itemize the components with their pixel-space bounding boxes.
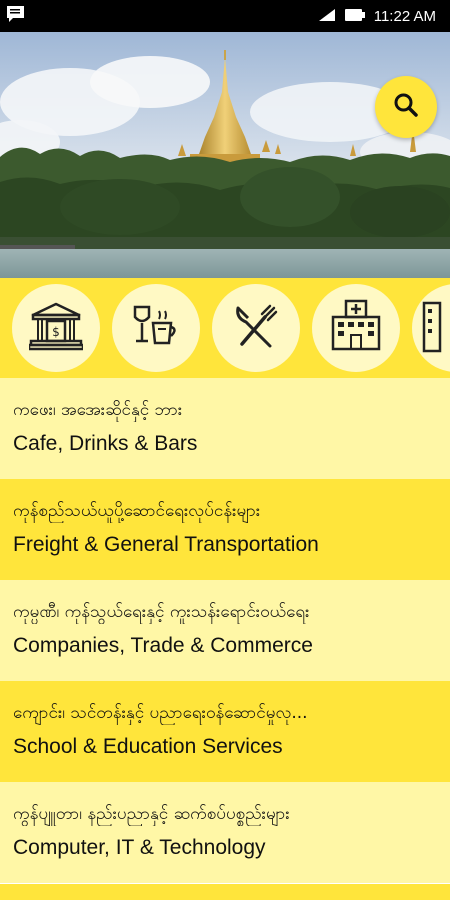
list-item-title-en: Companies, Trade & Commerce: [13, 634, 313, 657]
list-item-freight[interactable]: ကုန်စည်သယ်ယူပို့ဆောင်ရေးလုပ်ငန်းများ Fre…: [0, 479, 450, 580]
list-item-title-en: School & Education Services: [13, 735, 283, 758]
list-item-title-en: Freight & General Transportation: [13, 533, 319, 556]
category-food-button[interactable]: [212, 284, 300, 372]
search-button[interactable]: [375, 76, 437, 138]
hospital-icon: [330, 299, 382, 357]
category-strip[interactable]: $: [0, 278, 450, 378]
category-building-button[interactable]: [412, 284, 450, 372]
list-item-computer[interactable]: ကွန်ပျူတာ၊ နည်းပညာနှင့် ဆက်စပ်ပစ္စည်းမျာ…: [0, 782, 450, 883]
list-item-cafe[interactable]: ကဖေး၊ အအေးဆိုင်နှင့် ဘား Cafe, Drinks & …: [0, 378, 450, 479]
signal-icon: [318, 7, 336, 26]
list-item-title-mm: ကုမ္ပဏီ၊ ကုန်သွယ်ရေးနှင့် ကူးသန်းရောင်းဝ…: [13, 602, 310, 622]
list-item-school[interactable]: ကျောင်း၊ သင်တန်းနှင့် ပညာရေးဝန်ဆောင်မှုလ…: [0, 681, 450, 782]
status-bar: 11:22 AM: [0, 0, 450, 32]
list-item-title-mm: ကဖေး၊ အအေးဆိုင်နှင့် ဘား: [13, 400, 183, 420]
list-item-title-en: Computer, IT & Technology: [13, 836, 266, 859]
search-icon: [393, 92, 419, 122]
chat-notification-icon: [6, 5, 26, 27]
battery-icon: [344, 7, 366, 26]
list-item-title-en: Cafe, Drinks & Bars: [13, 432, 198, 455]
category-drinks-button[interactable]: [112, 284, 200, 372]
building-icon: [420, 299, 442, 357]
list-item-title-mm: ကျောင်း၊ သင်တန်းနှင့် ပညာရေးဝန်ဆောင်မှုလ…: [13, 703, 308, 723]
bank-icon: $: [27, 301, 85, 355]
category-list: ကဖေး၊ အအေးဆိုင်နှင့် ဘား Cafe, Drinks & …: [0, 378, 450, 883]
next-list-item-edge[interactable]: [0, 884, 450, 900]
shwedagon-pagoda-photo: [0, 32, 450, 278]
category-bank-button[interactable]: $: [12, 284, 100, 372]
list-item-title-mm: ကုန်စည်သယ်ယူပို့ဆောင်ရေးလုပ်ငန်းများ: [13, 501, 261, 521]
list-item-companies[interactable]: ကုမ္ပဏီ၊ ကုန်သွယ်ရေးနှင့် ကူးသန်းရောင်းဝ…: [0, 580, 450, 681]
hero-image: [0, 32, 450, 278]
list-item-title-mm: ကွန်ပျူတာ၊ နည်းပညာနှင့် ဆက်စပ်ပစ္စည်းမျာ…: [13, 804, 290, 824]
category-hospital-button[interactable]: [312, 284, 400, 372]
fork-knife-icon: [232, 302, 280, 354]
status-time: 11:22 AM: [373, 7, 436, 25]
svg-text:$: $: [52, 325, 60, 339]
drinks-coffee-icon: [131, 303, 181, 353]
